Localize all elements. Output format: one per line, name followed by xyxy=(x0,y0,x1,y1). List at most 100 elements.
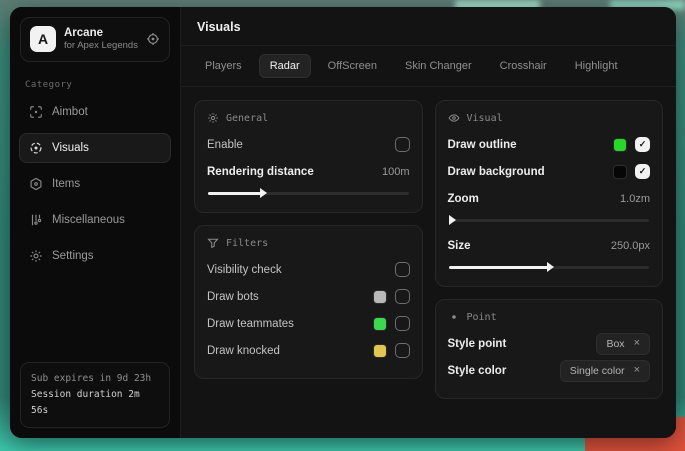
size-label: Size xyxy=(448,240,471,252)
style-color-row: Style color Single color × xyxy=(448,359,651,382)
sidebar-item-items[interactable]: Items xyxy=(19,169,171,199)
style-color-value: Single color xyxy=(570,365,625,377)
enable-row: Enable xyxy=(207,133,410,156)
style-color-label: Style color xyxy=(448,365,507,377)
sidebar-item-aimbot[interactable]: Aimbot xyxy=(19,97,171,127)
remove-icon[interactable]: × xyxy=(634,365,640,376)
tab-crosshair[interactable]: Crosshair xyxy=(489,54,558,78)
style-point-label: Style point xyxy=(448,338,507,350)
style-point-row: Style point Box × xyxy=(448,332,651,355)
sliders-icon xyxy=(29,213,43,227)
tab-offscreen[interactable]: OffScreen xyxy=(317,54,388,78)
panel-title: Visual xyxy=(467,113,503,124)
enable-label: Enable xyxy=(207,139,243,151)
general-panel: General Enable Rendering distance 100m xyxy=(194,100,423,213)
rendering-distance-value: 100m xyxy=(382,166,410,178)
sidebar-item-label: Miscellaneous xyxy=(52,214,125,226)
sidebar-item-label: Settings xyxy=(52,250,94,262)
app-title: Arcane xyxy=(64,26,138,40)
tab-players[interactable]: Players xyxy=(194,54,253,78)
slider-thumb[interactable] xyxy=(547,262,554,272)
slider-thumb[interactable] xyxy=(449,215,456,225)
sidebar-item-miscellaneous[interactable]: Miscellaneous xyxy=(19,205,171,235)
main-header: Visuals xyxy=(181,7,676,46)
tab-bar: Players Radar OffScreen Skin Changer Cro… xyxy=(181,46,676,87)
draw-teammates-checkbox[interactable] xyxy=(395,316,410,331)
page-title: Visuals xyxy=(197,20,241,34)
panel-title: General xyxy=(226,113,268,124)
package-icon xyxy=(29,177,43,191)
right-column: Visual Draw outline ✓ Draw background xyxy=(435,100,664,399)
draw-background-label: Draw background xyxy=(448,166,545,178)
sidebar-item-visuals[interactable]: Visuals xyxy=(19,133,171,163)
draw-outline-label: Draw outline xyxy=(448,139,517,151)
app-logo: A xyxy=(30,26,56,52)
sidebar-item-label: Visuals xyxy=(52,142,89,154)
gear-icon xyxy=(29,249,43,263)
sidebar: A Arcane for Apex Legends Category xyxy=(10,7,181,438)
sidebar-item-settings[interactable]: Settings xyxy=(19,241,171,271)
draw-outline-color-swatch[interactable] xyxy=(613,138,627,152)
remove-icon[interactable]: × xyxy=(634,338,640,349)
tab-highlight[interactable]: Highlight xyxy=(564,54,629,78)
draw-teammates-color-swatch[interactable] xyxy=(373,317,387,331)
size-row: Size 250.0px xyxy=(448,234,651,257)
point-icon xyxy=(448,311,460,323)
rendering-distance-row: Rendering distance 100m xyxy=(207,160,410,183)
zoom-value: 1.0zm xyxy=(620,193,650,205)
visibility-check-row: Visibility check xyxy=(207,258,410,281)
draw-outline-row: Draw outline ✓ xyxy=(448,133,651,156)
sidebar-item-label: Items xyxy=(52,178,80,190)
draw-bots-color-swatch[interactable] xyxy=(373,290,387,304)
style-color-select[interactable]: Single color × xyxy=(560,360,650,382)
target-icon[interactable] xyxy=(146,32,160,46)
draw-bots-checkbox[interactable] xyxy=(395,289,410,304)
brand-text: Arcane for Apex Legends xyxy=(64,26,138,53)
sidebar-nav: Aimbot Visuals Items xyxy=(10,94,180,274)
enable-checkbox[interactable] xyxy=(395,137,410,152)
filters-panel-header: Filters xyxy=(207,237,410,249)
cheat-menu-window: A Arcane for Apex Legends Category xyxy=(10,7,676,438)
size-slider[interactable] xyxy=(449,261,650,273)
draw-knocked-color-swatch[interactable] xyxy=(373,344,387,358)
zoom-slider[interactable] xyxy=(449,214,650,226)
tab-radar[interactable]: Radar xyxy=(259,54,311,78)
style-point-select[interactable]: Box × xyxy=(596,333,650,355)
rendering-distance-slider[interactable] xyxy=(208,187,409,199)
style-point-value: Box xyxy=(606,338,624,350)
slider-thumb[interactable] xyxy=(260,188,267,198)
panel-title: Filters xyxy=(226,238,268,249)
general-panel-header: General xyxy=(207,112,410,124)
visibility-check-checkbox[interactable] xyxy=(395,262,410,277)
sidebar-spacer xyxy=(10,274,180,352)
left-column: General Enable Rendering distance 100m xyxy=(194,100,423,379)
size-value: 250.0px xyxy=(611,240,650,252)
session-duration-text: Session duration 2m 56s xyxy=(31,387,159,419)
draw-background-color-swatch[interactable] xyxy=(613,165,627,179)
tab-skin-changer[interactable]: Skin Changer xyxy=(394,54,483,78)
draw-bots-row: Draw bots xyxy=(207,285,410,308)
gear-icon xyxy=(207,112,219,124)
zoom-label: Zoom xyxy=(448,193,479,205)
eye-icon xyxy=(448,112,460,124)
draw-background-row: Draw background ✓ xyxy=(448,160,651,183)
sidebar-item-label: Aimbot xyxy=(52,106,88,118)
draw-knocked-label: Draw knocked xyxy=(207,345,280,357)
session-info-card: Sub expires in 9d 23h Session duration 2… xyxy=(20,362,170,428)
zoom-row: Zoom 1.0zm xyxy=(448,187,651,210)
draw-outline-checkbox[interactable]: ✓ xyxy=(635,137,650,152)
draw-background-checkbox[interactable]: ✓ xyxy=(635,164,650,179)
panel-title: Point xyxy=(467,312,497,323)
content: General Enable Rendering distance 100m xyxy=(181,87,676,412)
point-panel: Point Style point Box × Style color Sing… xyxy=(435,299,664,399)
filters-panel: Filters Visibility check Draw bots xyxy=(194,225,423,379)
app-subtitle: for Apex Legends xyxy=(64,40,138,52)
sub-expires-text: Sub expires in 9d 23h xyxy=(31,371,159,387)
crosshair-icon xyxy=(29,105,43,119)
funnel-icon xyxy=(207,237,219,249)
draw-knocked-checkbox[interactable] xyxy=(395,343,410,358)
app-brand-card: A Arcane for Apex Legends xyxy=(20,17,170,62)
visibility-check-label: Visibility check xyxy=(207,264,282,276)
visual-panel: Visual Draw outline ✓ Draw background xyxy=(435,100,664,287)
category-section-label: Category xyxy=(25,80,165,90)
